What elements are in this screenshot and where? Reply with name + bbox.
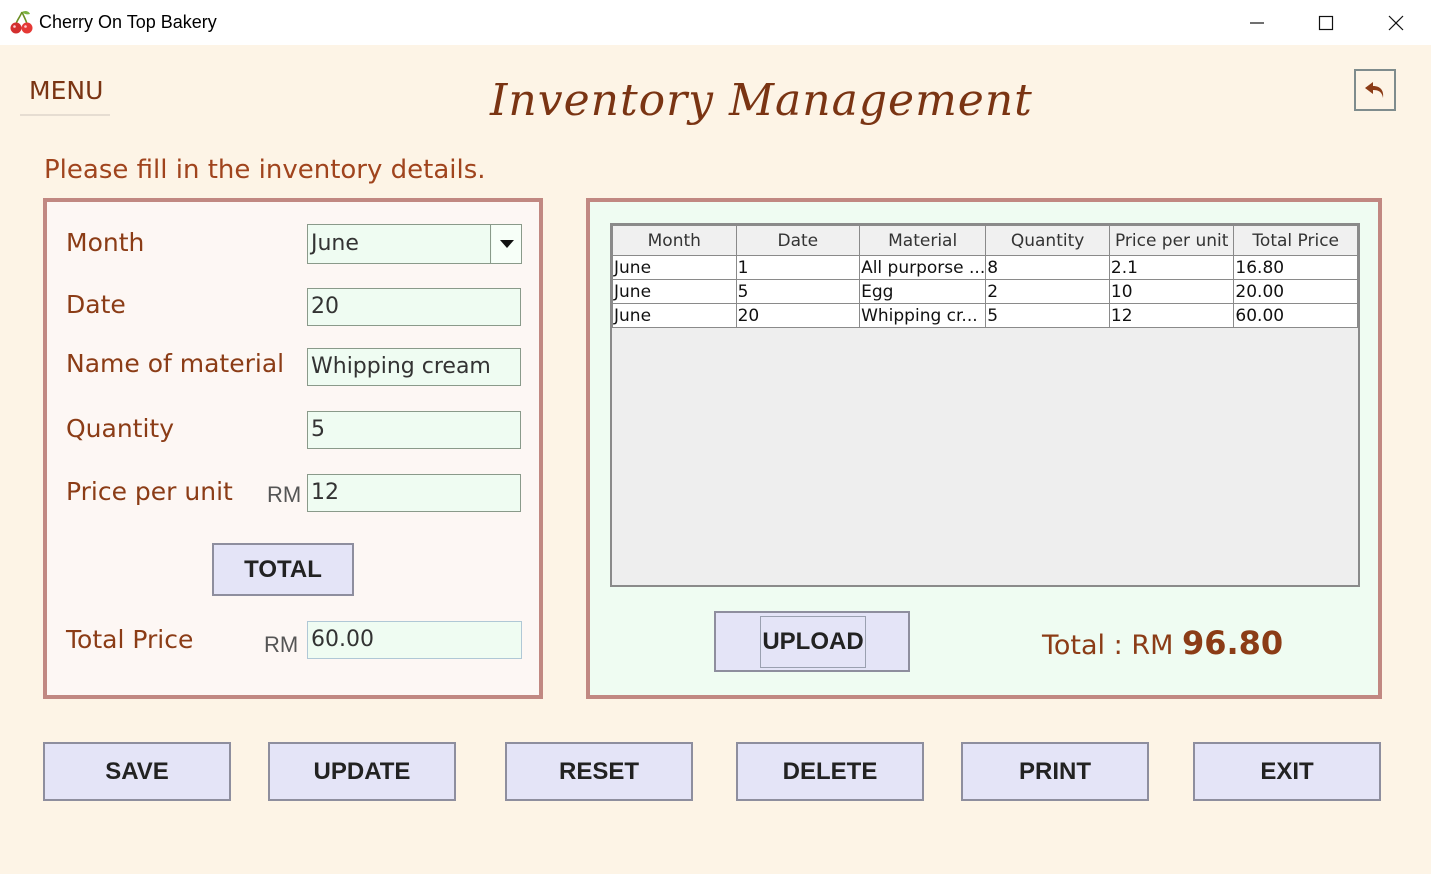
table-row[interactable]: June 20 Whipping cr... 5 12 60.00	[612, 303, 1358, 328]
close-window-button[interactable]	[1361, 0, 1431, 45]
material-label: Name of material	[66, 349, 285, 378]
total-currency-label: RM	[264, 632, 299, 657]
price-currency-label: RM	[267, 482, 302, 507]
instruction-text: Please fill in the inventory details.	[44, 155, 486, 185]
inventory-table-panel: Month Date Material Quantity Price per u…	[586, 198, 1382, 699]
column-header[interactable]: Quantity	[985, 225, 1110, 256]
table-cell: 2.1	[1108, 255, 1235, 280]
menu-button[interactable]: MENU	[20, 68, 110, 116]
column-header[interactable]: Material	[859, 225, 987, 256]
table-cell: All purporse ...	[859, 255, 987, 280]
material-field[interactable]: Whipping cream	[307, 348, 521, 386]
back-button[interactable]	[1354, 69, 1396, 111]
upload-label: UPLOAD	[760, 616, 866, 668]
total-button[interactable]: TOTAL	[212, 543, 354, 596]
table-cell: June	[612, 303, 737, 328]
table-cell: 12	[1108, 303, 1235, 328]
month-label: Month	[66, 228, 145, 257]
upload-button[interactable]: UPLOAD	[714, 611, 910, 672]
date-field[interactable]: 20	[307, 288, 521, 326]
dropdown-button[interactable]	[492, 225, 521, 263]
table-cell: 20	[735, 303, 861, 328]
table-cell: 1	[735, 255, 861, 280]
menu-label: MENU	[29, 76, 104, 105]
table-row[interactable]: June 1 All purporse ... 8 2.1 16.80	[612, 255, 1358, 280]
date-label: Date	[66, 290, 126, 319]
column-header[interactable]: Month	[612, 225, 737, 256]
table-cell: June	[612, 255, 737, 280]
save-button[interactable]: SAVE	[43, 742, 231, 801]
price-per-unit-label: Price per unit	[66, 477, 233, 506]
cherry-icon	[10, 10, 33, 34]
exit-button[interactable]: EXIT	[1193, 742, 1381, 801]
table-cell: 5	[985, 303, 1110, 328]
window-title: Cherry On Top Bakery	[39, 12, 217, 32]
grand-total: Total : RM 96.80	[1042, 624, 1283, 662]
table-cell: Egg	[859, 279, 987, 304]
update-button[interactable]: UPDATE	[268, 742, 456, 801]
table-cell: 60.00	[1233, 303, 1358, 328]
total-price-field: 60.00	[307, 621, 522, 659]
table-cell: 10	[1108, 279, 1235, 304]
table-cell: 5	[735, 279, 861, 304]
minimize-button[interactable]	[1222, 0, 1292, 45]
table-cell: 20.00	[1233, 279, 1358, 304]
table-cell: 8	[985, 255, 1110, 280]
close-icon	[1388, 15, 1404, 30]
table-cell: Whipping cr...	[859, 303, 987, 328]
column-header[interactable]: Date	[735, 225, 861, 256]
quantity-label: Quantity	[66, 414, 175, 443]
undo-arrow-icon	[1365, 82, 1384, 98]
reset-button[interactable]: RESET	[505, 742, 693, 801]
grand-total-label: Total : RM	[1042, 630, 1174, 661]
minimize-icon	[1250, 21, 1264, 24]
month-select-value: June	[311, 225, 491, 263]
chevron-down-icon	[499, 240, 514, 248]
column-header[interactable]: Total Price	[1233, 225, 1358, 256]
grand-total-amount: 96.80	[1181, 624, 1284, 662]
table-row[interactable]: June 5 Egg 2 10 20.00	[612, 279, 1358, 304]
price-per-unit-field[interactable]: 12	[307, 474, 521, 512]
table-cell: 16.80	[1233, 255, 1358, 280]
quantity-field[interactable]: 5	[307, 411, 521, 449]
delete-button[interactable]: DELETE	[736, 742, 924, 801]
inventory-table[interactable]: Month Date Material Quantity Price per u…	[610, 223, 1360, 587]
table-header-row: Month Date Material Quantity Price per u…	[612, 225, 1358, 256]
print-button[interactable]: PRINT	[961, 742, 1149, 801]
table-cell: 2	[985, 279, 1110, 304]
maximize-button[interactable]	[1291, 0, 1361, 45]
month-select[interactable]: June	[307, 224, 522, 264]
column-header[interactable]: Price per unit	[1108, 225, 1235, 256]
page-title: Inventory Management	[490, 75, 1033, 126]
table-cell: June	[612, 279, 737, 304]
maximize-icon	[1318, 15, 1334, 30]
inventory-form-panel: Month June Date 20 Name of material Whip…	[43, 198, 543, 699]
total-price-label: Total Price	[66, 625, 194, 654]
title-bar: Cherry On Top Bakery	[0, 0, 1431, 45]
